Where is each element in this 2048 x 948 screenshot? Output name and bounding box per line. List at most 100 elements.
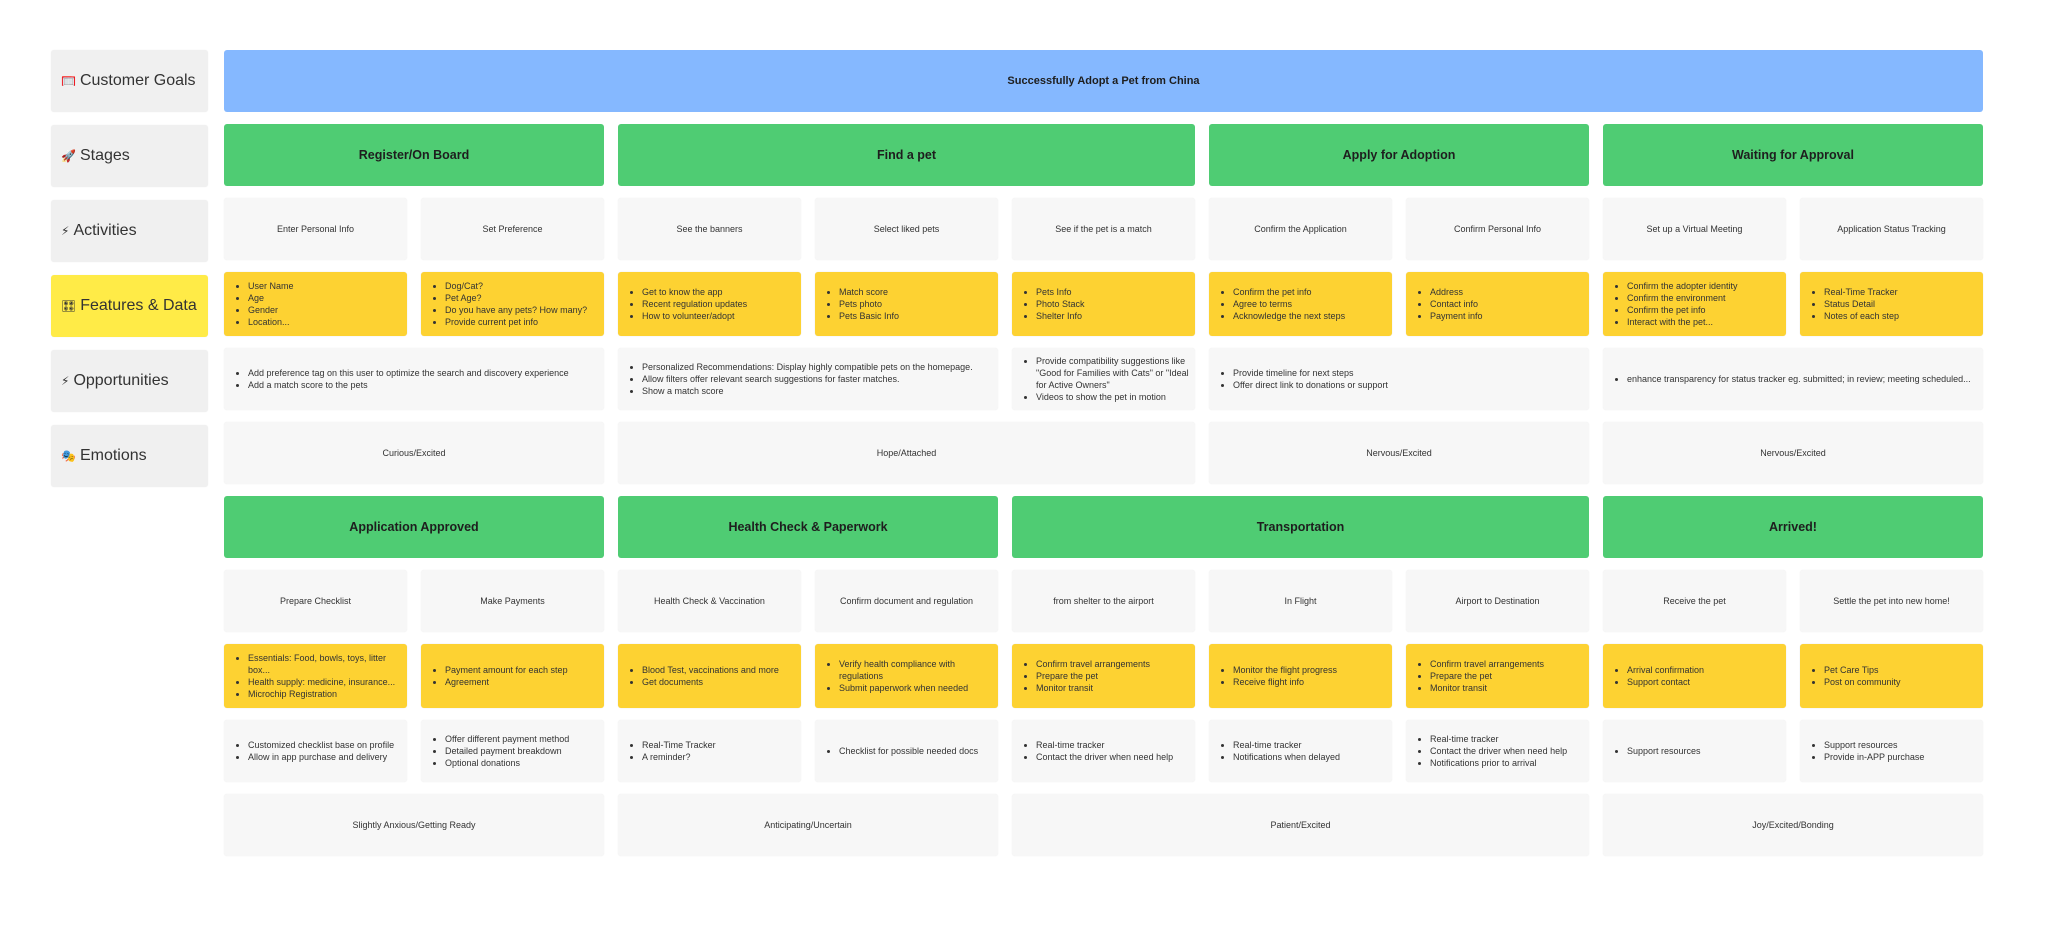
activity-card[interactable]: Enter Personal Info xyxy=(224,198,407,260)
feature-item: Prepare the pet xyxy=(1430,670,1544,682)
feature-item: How to volunteer/adopt xyxy=(642,310,747,322)
emotion-card[interactable]: Curious/Excited xyxy=(224,422,604,484)
feature-item: Confirm travel arrangements xyxy=(1036,658,1150,670)
feature-card[interactable]: Match scorePets photoPets Basic Info xyxy=(815,272,998,336)
activity-card[interactable]: Confirm document and regulation xyxy=(815,570,998,632)
feature-card[interactable]: Payment amount for each stepAgreement xyxy=(421,644,604,708)
stage-card[interactable]: Find a pet xyxy=(618,124,1195,186)
feature-list: Get to know the appRecent regulation upd… xyxy=(628,286,747,322)
stage-card[interactable]: Health Check & Paperwork xyxy=(618,496,998,558)
customer-goal[interactable]: Successfully Adopt a Pet from China xyxy=(224,50,1983,112)
activity-card[interactable]: Confirm the Application xyxy=(1209,198,1392,260)
opportunity-item: Real-time tracker xyxy=(1036,739,1173,751)
feature-card[interactable]: Verify health compliance with regulation… xyxy=(815,644,998,708)
feature-card[interactable]: Confirm travel arrangementsPrepare the p… xyxy=(1012,644,1195,708)
row-label-text: Customer Goals xyxy=(79,72,196,89)
feature-card[interactable]: AddressContact infoPayment info xyxy=(1406,272,1589,336)
activity-card[interactable]: Confirm Personal Info xyxy=(1406,198,1589,260)
row-label-text: Activities xyxy=(73,222,137,239)
activity-card[interactable]: Select liked pets xyxy=(815,198,998,260)
feature-item: Monitor transit xyxy=(1036,682,1150,694)
feature-item: Microchip Registration xyxy=(248,688,407,700)
feature-item: Pets Info xyxy=(1036,286,1085,298)
feature-card[interactable]: Blood Test, vaccinations and moreGet doc… xyxy=(618,644,801,708)
feature-card[interactable]: Dog/Cat?Pet Age?Do you have any pets? Ho… xyxy=(421,272,604,336)
opportunity-list: Real-Time TrackerA reminder? xyxy=(628,739,716,763)
activity-card[interactable]: Settle the pet into new home! xyxy=(1800,570,1983,632)
feature-item: Health supply: medicine, insurance... xyxy=(248,676,407,688)
emotion-card[interactable]: Nervous/Excited xyxy=(1603,422,1983,484)
activity-card[interactable]: In Flight xyxy=(1209,570,1392,632)
opportunity-card[interactable]: Provide compatibility suggestions like "… xyxy=(1012,348,1195,410)
feature-card[interactable]: Pet Care TipsPost on community xyxy=(1800,644,1983,708)
emotion-card[interactable]: Patient/Excited xyxy=(1012,794,1589,856)
opportunity-card[interactable]: Support resources xyxy=(1603,720,1786,782)
emotion-card[interactable]: Slightly Anxious/Getting Ready xyxy=(224,794,604,856)
row-label-text: Features & Data xyxy=(80,297,197,314)
feature-card[interactable]: Arrival confirmationSupport contact xyxy=(1603,644,1786,708)
emotion-card[interactable]: Hope/Attached xyxy=(618,422,1195,484)
row-icon: 🎭 xyxy=(61,449,76,463)
opportunity-item: Contact the driver when need help xyxy=(1430,745,1567,757)
activity-card[interactable]: See if the pet is a match xyxy=(1012,198,1195,260)
feature-card[interactable]: Get to know the appRecent regulation upd… xyxy=(618,272,801,336)
opportunity-item: Real-time tracker xyxy=(1233,739,1340,751)
opportunity-card[interactable]: Add preference tag on this user to optim… xyxy=(224,348,604,410)
feature-item: Agree to terms xyxy=(1233,298,1345,310)
opportunity-card[interactable]: Personalized Recommendations: Display hi… xyxy=(618,348,998,410)
stage-card[interactable]: Apply for Adoption xyxy=(1209,124,1589,186)
activity-card[interactable]: Application Status Tracking xyxy=(1800,198,1983,260)
stage-card[interactable]: Arrived! xyxy=(1603,496,1983,558)
opportunity-card[interactable]: Support resourcesProvide in-APP purchase xyxy=(1800,720,1983,782)
emotion-card[interactable]: Joy/Excited/Bonding xyxy=(1603,794,1983,856)
feature-item: Status Detail xyxy=(1824,298,1899,310)
activity-card[interactable]: Set up a Virtual Meeting xyxy=(1603,198,1786,260)
activity-card[interactable]: from shelter to the airport xyxy=(1012,570,1195,632)
opportunity-item: Videos to show the pet in motion xyxy=(1036,391,1195,403)
feature-item: User Name xyxy=(248,280,294,292)
stage-card[interactable]: Waiting for Approval xyxy=(1603,124,1983,186)
opportunity-item: Provide in-APP purchase xyxy=(1824,751,1924,763)
feature-card[interactable]: Confirm the adopter identityConfirm the … xyxy=(1603,272,1786,336)
opportunity-item: Support resources xyxy=(1824,739,1924,751)
feature-item: Dog/Cat? xyxy=(445,280,587,292)
opportunity-card[interactable]: Provide timeline for next stepsOffer dir… xyxy=(1209,348,1589,410)
activity-card[interactable]: See the banners xyxy=(618,198,801,260)
opportunity-item: A reminder? xyxy=(642,751,716,763)
stage-card[interactable]: Transportation xyxy=(1012,496,1589,558)
feature-item: Verify health compliance with regulation… xyxy=(839,658,998,682)
feature-card[interactable]: Monitor the flight progressReceive fligh… xyxy=(1209,644,1392,708)
activity-card[interactable]: Airport to Destination xyxy=(1406,570,1589,632)
opportunity-card[interactable]: Offer different payment methodDetailed p… xyxy=(421,720,604,782)
opportunity-card[interactable]: Real-time trackerContact the driver when… xyxy=(1406,720,1589,782)
activity-card[interactable]: Health Check & Vaccination xyxy=(618,570,801,632)
stage-card[interactable]: Register/On Board xyxy=(224,124,604,186)
feature-card[interactable]: Confirm the pet infoAgree to termsAcknow… xyxy=(1209,272,1392,336)
opportunity-card[interactable]: Checklist for possible needed docs xyxy=(815,720,998,782)
opportunity-card[interactable]: Customized checklist base on profileAllo… xyxy=(224,720,407,782)
feature-item: Support contact xyxy=(1627,676,1704,688)
opportunity-item: Show a match score xyxy=(642,385,973,397)
row-icon: 🥅 xyxy=(61,74,76,88)
opportunity-card[interactable]: Real-Time TrackerA reminder? xyxy=(618,720,801,782)
emotion-card[interactable]: Nervous/Excited xyxy=(1209,422,1589,484)
activity-card[interactable]: Make Payments xyxy=(421,570,604,632)
activity-card[interactable]: Receive the pet xyxy=(1603,570,1786,632)
opportunity-card[interactable]: enhance transparency for status tracker … xyxy=(1603,348,1983,410)
feature-card[interactable]: Confirm travel arrangementsPrepare the p… xyxy=(1406,644,1589,708)
activity-card[interactable]: Set Preference xyxy=(421,198,604,260)
opportunity-list: Customized checklist base on profileAllo… xyxy=(234,739,394,763)
feature-item: Acknowledge the next steps xyxy=(1233,310,1345,322)
opportunity-card[interactable]: Real-time trackerNotifications when dela… xyxy=(1209,720,1392,782)
feature-card[interactable]: Real-Time TrackerStatus DetailNotes of e… xyxy=(1800,272,1983,336)
activity-card[interactable]: Prepare Checklist xyxy=(224,570,407,632)
feature-card[interactable]: Essentials: Food, bowls, toys, litter bo… xyxy=(224,644,407,708)
feature-list: Confirm the pet infoAgree to termsAcknow… xyxy=(1219,286,1345,322)
opportunity-list: Personalized Recommendations: Display hi… xyxy=(628,361,973,397)
feature-card[interactable]: Pets InfoPhoto StackShelter Info xyxy=(1012,272,1195,336)
opportunity-item: Detailed payment breakdown xyxy=(445,745,569,757)
emotion-card[interactable]: Anticipating/Uncertain xyxy=(618,794,998,856)
feature-card[interactable]: User NameAgeGenderLocation... xyxy=(224,272,407,336)
opportunity-card[interactable]: Real-time trackerContact the driver when… xyxy=(1012,720,1195,782)
stage-card[interactable]: Application Approved xyxy=(224,496,604,558)
